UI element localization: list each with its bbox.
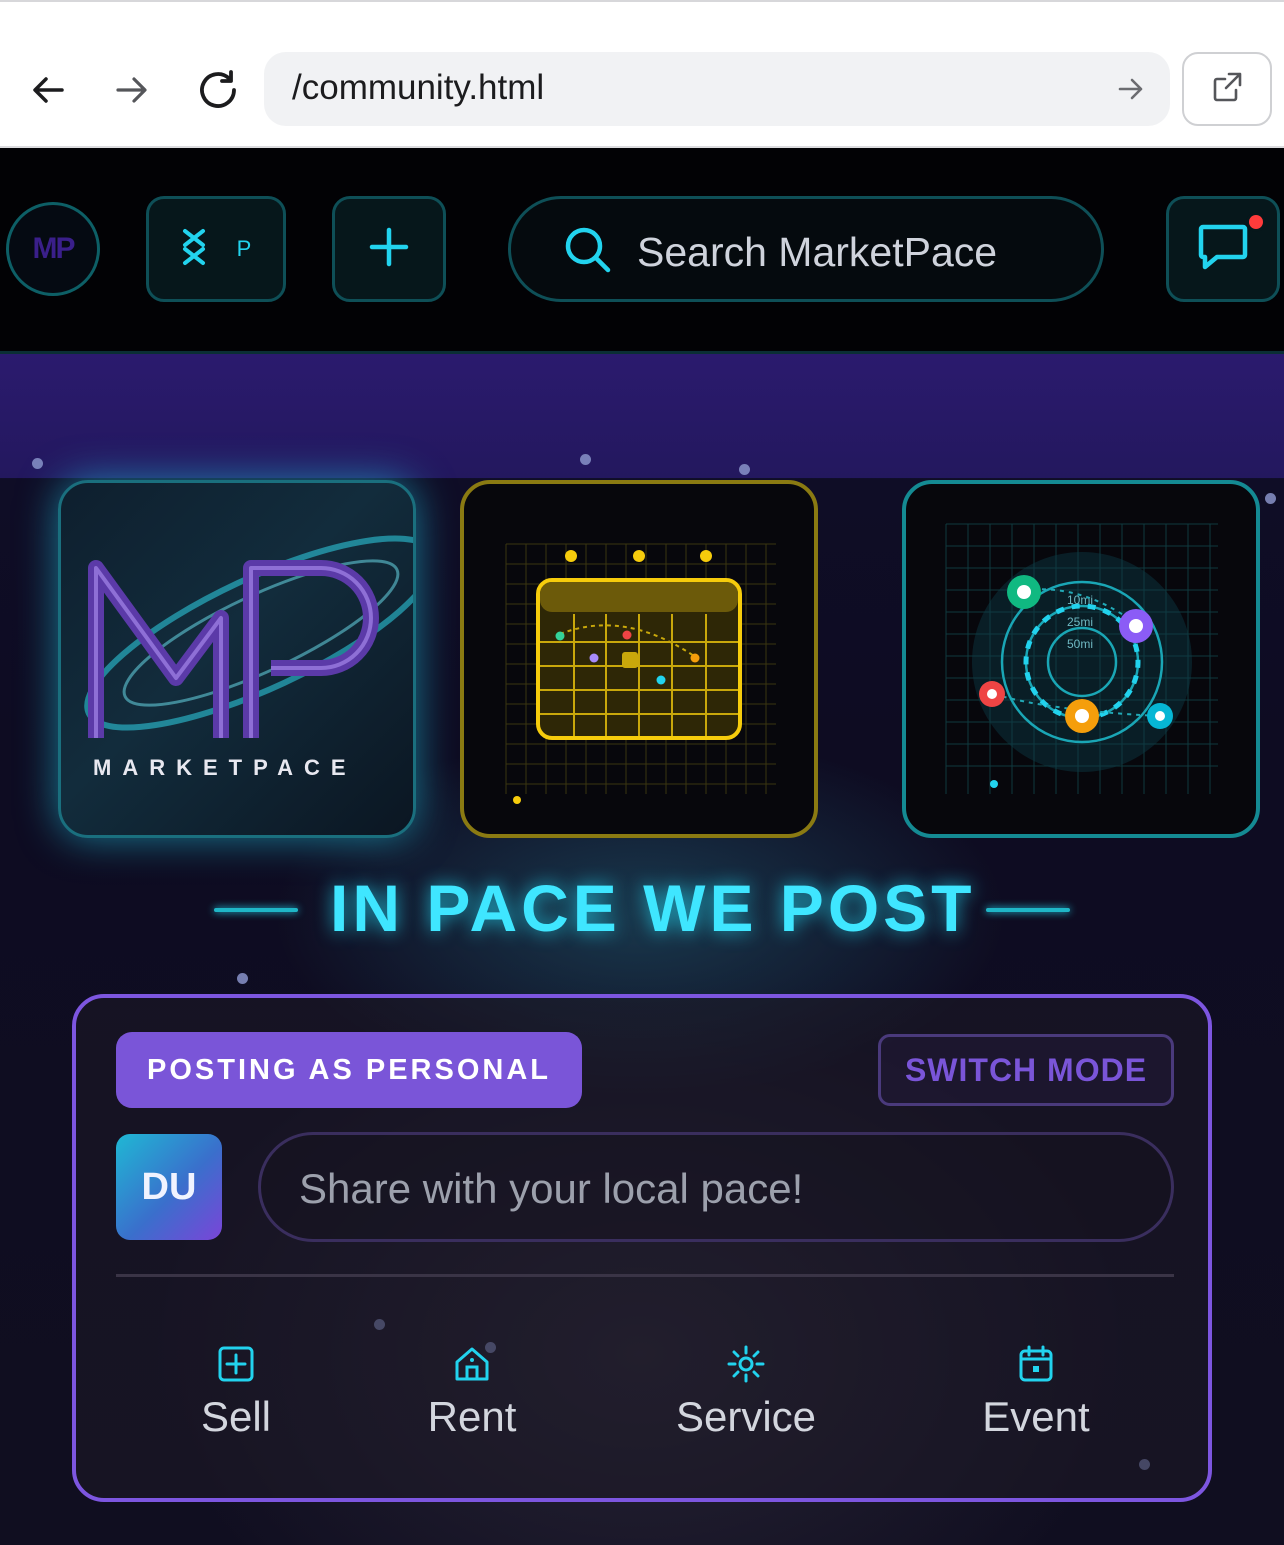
posting-mode-badge: POSTING AS PERSONAL: [116, 1032, 582, 1108]
calendar-card[interactable]: [460, 480, 818, 838]
calendar-icon: [1016, 1344, 1056, 1389]
search-icon: [563, 225, 613, 280]
avatar[interactable]: DU: [116, 1134, 222, 1240]
post-composer: POSTING AS PERSONAL SWITCH MODE DU Share…: [72, 994, 1212, 1502]
marketpace-logo-card[interactable]: MARKETPACE: [58, 480, 416, 838]
search-placeholder: Search MarketPace: [637, 229, 998, 275]
sell-label: Sell: [200, 1393, 272, 1440]
brand-name: MARKETPACE: [93, 755, 357, 780]
url-text: /community.html: [292, 68, 545, 107]
event-label: Event: [982, 1393, 1090, 1440]
hero-section: MARKETPACE 10mi 25mi 50mi IN PACE WE POS…: [0, 354, 1284, 1545]
address-bar[interactable]: /community.html: [264, 52, 1170, 126]
external-link-icon: [1209, 69, 1245, 110]
notification-dot: [1249, 215, 1263, 229]
app-logo[interactable]: MP: [6, 202, 100, 296]
back-arrow-icon[interactable]: [20, 62, 76, 118]
sun-gear-icon: [726, 1344, 766, 1389]
rent-action[interactable]: Rent: [406, 1344, 538, 1441]
chat-icon: [1195, 219, 1251, 280]
sell-action[interactable]: Sell: [180, 1344, 292, 1441]
external-link-button[interactable]: [1182, 52, 1272, 126]
search-input[interactable]: Search MarketPace: [508, 196, 1104, 302]
forward-arrow-icon[interactable]: [104, 62, 160, 118]
star-dot: [32, 458, 43, 469]
plus-square-icon: [216, 1344, 256, 1389]
star-dot: [1265, 493, 1276, 504]
star-dot: [580, 454, 591, 465]
house-icon: [452, 1344, 492, 1389]
radius-map-icon: 10mi 25mi 50mi: [945, 523, 1218, 794]
service-label: Service: [675, 1393, 817, 1440]
app-header: MP P Search MarketPace: [0, 148, 1284, 354]
composer-divider: [116, 1274, 1174, 1277]
star-dot: [237, 973, 248, 984]
messages-button[interactable]: [1166, 196, 1280, 302]
star-dot: [739, 464, 750, 475]
ring-25mi: 25mi: [1067, 615, 1093, 629]
tagline-dash-right: [986, 908, 1070, 912]
local-radius-map-card[interactable]: 10mi 25mi 50mi: [902, 480, 1260, 838]
pace-logo-icon: [181, 228, 207, 271]
calendar-grid-icon: [505, 543, 776, 804]
go-arrow-icon[interactable]: [1116, 74, 1146, 109]
browser-toolbar: /community.html: [0, 0, 1284, 150]
add-post-button[interactable]: [332, 196, 446, 302]
ring-50mi: 50mi: [1067, 637, 1093, 651]
event-action[interactable]: Event: [964, 1344, 1108, 1441]
plus-icon: [369, 227, 409, 272]
mp-monogram: [84, 535, 413, 738]
pace-button[interactable]: P: [146, 196, 286, 302]
post-input[interactable]: Share with your local pace!: [258, 1132, 1174, 1242]
pace-label: P: [236, 236, 252, 261]
tagline: IN PACE WE POST: [330, 871, 976, 945]
switch-mode-button[interactable]: SWITCH MODE: [878, 1034, 1174, 1106]
hero-band: [0, 354, 1284, 478]
tagline-row: IN PACE WE POST: [0, 870, 1284, 950]
tagline-dash-left: [214, 908, 298, 912]
post-input-placeholder: Share with your local pace!: [299, 1165, 804, 1212]
rent-label: Rent: [427, 1393, 517, 1440]
service-action[interactable]: Service: [662, 1344, 830, 1441]
reload-icon[interactable]: [190, 62, 246, 118]
